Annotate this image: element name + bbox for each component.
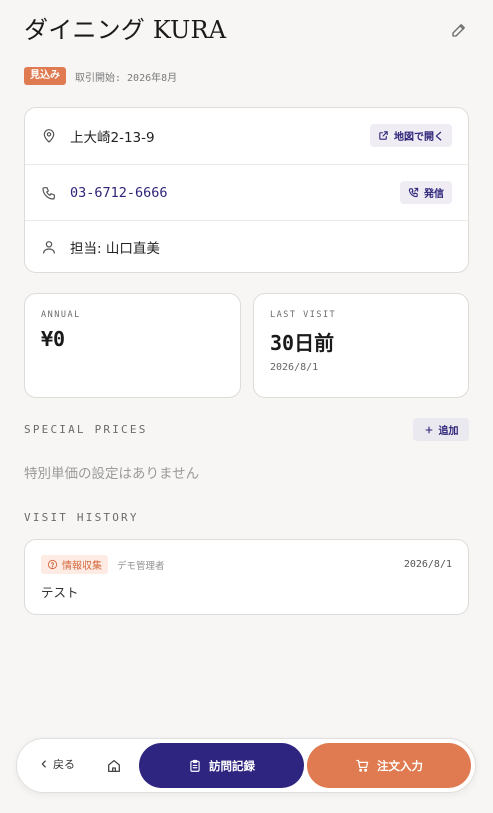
- staff-text: 担当: 山口直美: [70, 241, 160, 257]
- phone-outgoing-icon: [408, 187, 419, 198]
- page-title: ダイニング KURA: [24, 16, 227, 44]
- home-button[interactable]: [104, 756, 124, 776]
- last-visit-value: 30日前: [270, 331, 335, 355]
- phone-number[interactable]: 03-6712-6666: [70, 185, 168, 201]
- user-icon: [41, 239, 57, 255]
- visit-history-title: VISIT HISTORY: [24, 511, 139, 524]
- info-card: 上大崎2-13-9 地図で開く 03-6712-6666 発信 担当: 山口直美: [24, 107, 469, 273]
- visit-user: デモ管理者: [117, 560, 165, 572]
- special-prices-empty: 特別単価の設定はありません: [24, 466, 200, 482]
- phone-icon: [41, 185, 57, 201]
- help-circle-icon: [47, 559, 58, 570]
- visit-record-button[interactable]: 訪問記録: [139, 743, 304, 788]
- visit-tag: 情報収集: [41, 555, 108, 574]
- annual-value: ¥0: [41, 327, 66, 351]
- back-button[interactable]: 戻る: [39, 756, 75, 772]
- plus-icon: [424, 425, 434, 435]
- call-label: 発信: [424, 189, 444, 200]
- visit-record-label: 訪問記録: [209, 758, 255, 773]
- visit-history-item[interactable]: 情報収集 デモ管理者 2026/8/1 テスト: [24, 539, 469, 615]
- home-icon: [106, 758, 122, 774]
- add-special-price-button[interactable]: 追加: [413, 418, 469, 441]
- address-text: 上大崎2-13-9: [70, 130, 155, 146]
- add-label: 追加: [438, 426, 459, 437]
- last-visit-label: LAST VISIT: [270, 310, 337, 320]
- map-pin-icon: [41, 128, 57, 144]
- back-label: 戻る: [53, 758, 75, 771]
- chevron-left-icon: [39, 759, 49, 769]
- staff-row: 担当: 山口直美: [25, 220, 468, 273]
- visit-tag-label: 情報収集: [62, 561, 102, 572]
- customer-meta: 見込み 取引開始: 2026年8月: [24, 67, 177, 85]
- annual-label: ANNUAL: [41, 310, 81, 320]
- last-visit-card: LAST VISIT 30日前 2026/8/1: [253, 293, 469, 398]
- pencil-icon: [450, 21, 468, 39]
- status-badge: 見込み: [24, 67, 66, 85]
- special-prices-title: SPECIAL PRICES: [24, 423, 148, 436]
- open-map-label: 地図で開く: [394, 132, 444, 143]
- order-entry-label: 注文入力: [377, 758, 423, 773]
- page-header: ダイニング KURA: [24, 14, 469, 46]
- address-row: 上大崎2-13-9 地図で開く: [25, 108, 468, 164]
- clipboard-icon: [188, 759, 202, 773]
- edit-button[interactable]: [449, 20, 469, 40]
- bottom-nav: 戻る 訪問記録 注文入力: [16, 738, 476, 793]
- visit-date: 2026/8/1: [403, 559, 452, 570]
- annual-card: ANNUAL ¥0: [24, 293, 241, 398]
- call-button[interactable]: 発信: [400, 181, 452, 204]
- phone-row: 03-6712-6666 発信: [25, 164, 468, 220]
- open-map-button[interactable]: 地図で開く: [370, 124, 452, 147]
- external-link-icon: [378, 130, 389, 141]
- order-entry-button[interactable]: 注文入力: [307, 743, 471, 788]
- last-visit-date: 2026/8/1: [270, 362, 319, 373]
- since-text: 取引開始: 2026年8月: [75, 72, 178, 84]
- visit-note: テスト: [41, 585, 79, 600]
- cart-icon: [355, 758, 370, 773]
